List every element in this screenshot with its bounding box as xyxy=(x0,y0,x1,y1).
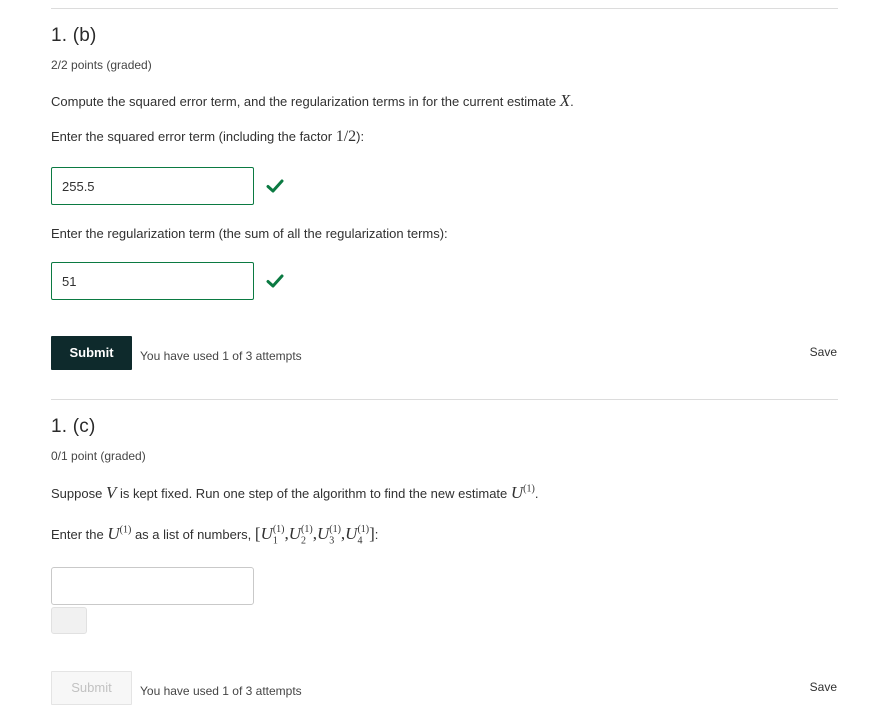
prompt-c-mid: is kept fixed. Run one step of the algor… xyxy=(116,486,511,501)
attempts-c: You have used 1 of 3 attempts xyxy=(140,684,302,698)
q-label-start: Enter the xyxy=(51,527,108,542)
regularization-input[interactable]: 51 xyxy=(51,262,254,300)
problem-title-c: 1. (c) xyxy=(51,416,96,437)
math-u1-label: U(1) xyxy=(107,524,132,543)
q-label-mid: as a list of numbers, xyxy=(131,527,255,542)
question-u-label: Enter the U(1) as a list of numbers, [U1… xyxy=(51,524,378,546)
q1-label-end: ): xyxy=(356,129,365,144)
submit-button-b[interactable]: Submit xyxy=(51,336,132,370)
prompt-c-start: Suppose xyxy=(51,486,106,501)
submit-button-c[interactable]: Submit xyxy=(51,671,132,705)
math-u-list: [U1(1),U2(1),U3(1),U4(1)] xyxy=(254,524,375,547)
prompt-b-end: . xyxy=(570,94,574,109)
q1-label-text: Enter the squared error term (including … xyxy=(51,129,336,144)
math-half: 1/2 xyxy=(335,128,357,145)
math-u1: U(1) xyxy=(510,483,535,502)
q-label-end: : xyxy=(374,527,379,542)
attempts-b: You have used 1 of 3 attempts xyxy=(140,349,302,363)
answer-status-button[interactable] xyxy=(51,607,87,634)
points-b: 2/2 points (graded) xyxy=(51,58,152,72)
u-list-input[interactable] xyxy=(51,567,254,605)
save-button-c[interactable]: Save xyxy=(810,680,837,694)
check-icon xyxy=(266,179,284,193)
math-v: V xyxy=(105,483,117,502)
prompt-c: Suppose V is kept fixed. Run one step of… xyxy=(51,483,538,503)
squared-error-input[interactable]: 255.5 xyxy=(51,167,254,205)
question-regularization-label: Enter the regularization term (the sum o… xyxy=(51,226,448,241)
check-icon xyxy=(266,274,284,288)
math-x: X xyxy=(559,91,571,110)
prompt-b-text: Compute the squared error term, and the … xyxy=(51,94,560,109)
prompt-b: Compute the squared error term, and the … xyxy=(51,91,574,111)
points-c: 0/1 point (graded) xyxy=(51,449,146,463)
section-divider xyxy=(51,399,838,400)
save-button-b[interactable]: Save xyxy=(810,345,837,359)
problem-title-b: 1. (b) xyxy=(51,25,97,46)
top-divider xyxy=(51,8,838,9)
question-squared-error-label: Enter the squared error term (including … xyxy=(51,128,364,146)
prompt-c-end: . xyxy=(534,486,539,501)
